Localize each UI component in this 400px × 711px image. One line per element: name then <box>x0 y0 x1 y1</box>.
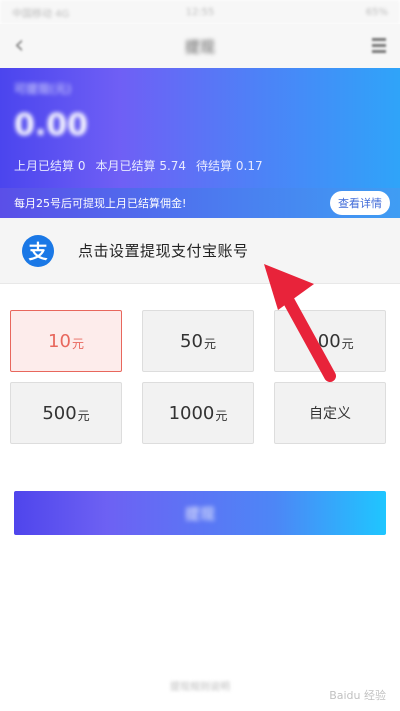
nav-bar: ‹ 提现 <box>0 24 400 68</box>
view-details-button[interactable]: 查看详情 <box>330 191 390 215</box>
watermark: Baidu 经验 <box>329 689 386 702</box>
set-alipay-account-row[interactable]: 支 点击设置提现支付宝账号 <box>0 218 400 284</box>
carrier-label: 中国移动 4G <box>12 8 70 20</box>
alipay-icon: 支 <box>22 234 54 267</box>
notice-text: 每月25号后可提现上月已结算佣金! <box>14 197 187 210</box>
status-bar: 中国移动 4G 12:55 65% <box>0 0 400 24</box>
balance-label: 可提现(元) <box>14 82 72 96</box>
stat-this-month: 本月已结算 5.74 <box>95 159 187 173</box>
amount-option-50[interactable]: 50 元 <box>142 310 254 372</box>
amount-option-1000[interactable]: 1000 元 <box>142 382 254 444</box>
battery-label: 65% <box>365 6 388 18</box>
stat-last-month: 上月已结算 0 <box>14 159 86 173</box>
back-icon[interactable]: ‹ <box>14 32 24 58</box>
amount-option-custom[interactable]: 自定义 <box>274 382 386 444</box>
balance-stats: 上月已结算 0 本月已结算 5.74 待结算 0.17 <box>14 157 263 174</box>
balance-card: 可提现(元) 0.00 上月已结算 0 本月已结算 5.74 待结算 0.17 <box>0 68 400 188</box>
amount-option-100[interactable]: 100 元 <box>274 310 386 372</box>
withdraw-button[interactable]: 提现 <box>14 491 386 535</box>
balance-amount: 0.00 <box>14 108 89 143</box>
withdraw-button-label: 提现 <box>184 504 215 523</box>
amount-option-10[interactable]: 10 元 <box>10 310 122 372</box>
notice-bar: 每月25号后可提现上月已结算佣金! 查看详情 <box>0 188 400 218</box>
stat-pending: 待结算 0.17 <box>196 159 263 173</box>
page-title: 提现 <box>184 37 215 56</box>
set-alipay-label: 点击设置提现支付宝账号 <box>78 242 249 260</box>
amount-option-500[interactable]: 500 元 <box>10 382 122 444</box>
menu-icon[interactable] <box>372 38 386 54</box>
